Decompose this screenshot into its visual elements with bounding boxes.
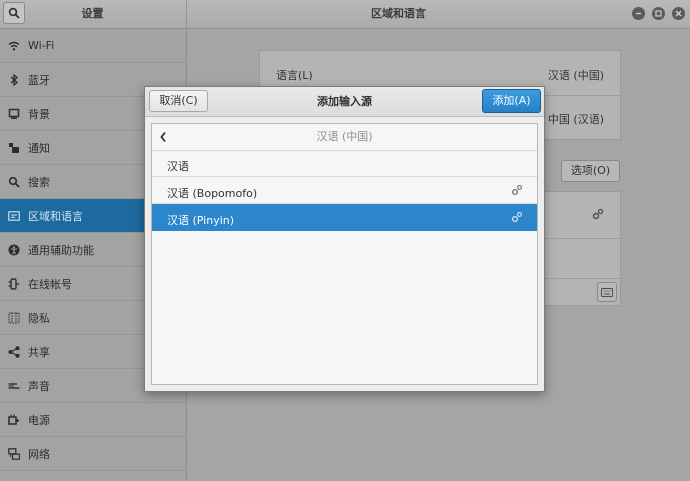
sidebar-item-wifi[interactable]: Wi-Fi (0, 29, 186, 63)
sound-icon (7, 379, 21, 393)
region-icon (7, 209, 21, 223)
add-button[interactable]: 添加(A) (482, 89, 541, 113)
sidebar-item-label: 隐私 (28, 311, 50, 325)
add-input-source-dialog: 取消(C) 添加输入源 添加(A) 汉语 (中国) 汉语 汉语 (Bopomof… (144, 86, 545, 392)
sidebar-title: 设置 (81, 7, 104, 20)
cancel-button[interactable]: 取消(C) (149, 90, 208, 112)
sidebar-item-label: 电源 (28, 413, 50, 427)
chevron-left-icon (160, 131, 166, 143)
share-icon (7, 345, 21, 359)
keyboard-icon (601, 287, 613, 297)
privacy-icon (7, 311, 21, 325)
keyboard-layout-button[interactable] (597, 282, 617, 302)
wifi-icon (7, 39, 21, 53)
list-item[interactable]: 汉语 (152, 150, 537, 177)
input-source-list: 汉语 (中国) 汉语 汉语 (Bopomofo) 汉语 (Pinyin) (151, 123, 538, 385)
search-button[interactable] (3, 2, 25, 24)
sidebar-item-label: 网络 (28, 447, 50, 461)
options-button[interactable]: 选项(O) (561, 160, 620, 182)
notification-icon (7, 141, 21, 155)
settings-gear-icon (511, 185, 522, 196)
maximize-button[interactable] (652, 7, 665, 20)
network-icon (7, 447, 21, 461)
sidebar-item-network[interactable]: 网络 (0, 437, 186, 471)
sidebar-item-label: 蓝牙 (28, 73, 50, 87)
sidebar-item-label: 背景 (28, 107, 50, 121)
sidebar-item-label: 通用辅助功能 (28, 243, 94, 257)
close-icon (675, 10, 682, 17)
list-item[interactable]: 汉语 (Bopomofo) (152, 177, 537, 204)
settings-gear-icon (511, 212, 522, 223)
maximize-icon (655, 10, 662, 17)
close-button[interactable] (672, 7, 685, 20)
list-item-label: 汉语 (Pinyin) (167, 214, 235, 227)
language-value: 汉语 (中国) (547, 69, 604, 82)
search-icon (7, 175, 21, 189)
sidebar-item-label: 通知 (28, 141, 50, 155)
list-header: 汉语 (中国) (152, 124, 537, 151)
sidebar-item-label: 区域和语言 (28, 209, 83, 223)
sidebar-item-label: 在线帐号 (28, 277, 72, 291)
minimize-button[interactable] (632, 7, 645, 20)
accessibility-icon (7, 243, 21, 257)
minimize-icon (636, 12, 641, 15)
dialog-title: 添加输入源 (317, 95, 372, 108)
formats-value: 中国 (汉语) (547, 113, 604, 126)
language-label: 语言(L) (276, 69, 313, 82)
background-icon (7, 107, 21, 121)
header-bar: 设置 区域和语言 (0, 0, 690, 29)
window-title: 区域和语言 (371, 7, 426, 20)
sidebar-item-label: 搜索 (28, 175, 50, 189)
sidebar-item-label: 声音 (28, 379, 50, 393)
list-item-selected[interactable]: 汉语 (Pinyin) (152, 204, 537, 231)
list-item-label: 汉语 (167, 160, 189, 173)
online-accounts-icon (7, 277, 21, 291)
sidebar-item-power[interactable]: 电源 (0, 403, 186, 437)
back-button[interactable] (157, 129, 171, 145)
list-item-label: 汉语 (Bopomofo) (167, 187, 258, 200)
dialog-header: 取消(C) 添加输入源 添加(A) (145, 87, 544, 117)
bluetooth-icon (7, 73, 21, 87)
search-icon (8, 7, 20, 19)
sidebar-item-label: 共享 (28, 345, 50, 359)
power-icon (7, 413, 21, 427)
sidebar-item-label: Wi-Fi (28, 39, 55, 52)
list-header-title: 汉语 (中国) (316, 130, 373, 143)
settings-gear-icon[interactable] (592, 208, 604, 220)
